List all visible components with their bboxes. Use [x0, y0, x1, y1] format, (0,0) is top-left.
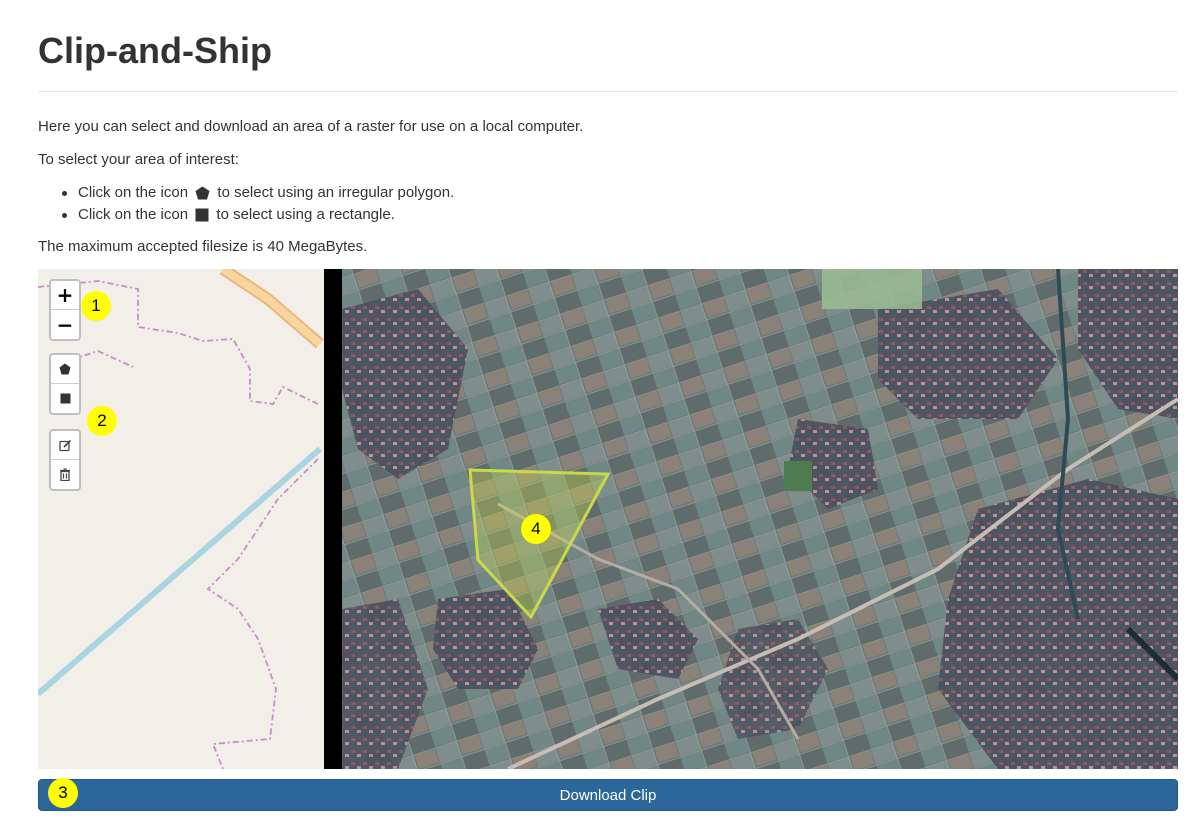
zoom-control: + − — [49, 279, 81, 341]
edit-toolbar — [49, 429, 81, 491]
select-heading: To select your area of interest: — [38, 151, 239, 168]
map-view[interactable]: + − 1 2 4 — [38, 269, 1178, 769]
delete-layers-button[interactable] — [51, 460, 79, 489]
draw-rectangle-button[interactable] — [51, 384, 79, 413]
filesize-note: The maximum accepted filesize is 40 Mega… — [38, 238, 368, 255]
page-title: Clip-and-Ship — [38, 30, 272, 71]
draw-toolbar — [49, 353, 81, 415]
green-field — [822, 269, 922, 309]
polygon-icon — [195, 186, 210, 200]
download-clip-button[interactable]: Download Clip — [38, 779, 1178, 811]
polygon-icon — [59, 363, 71, 375]
edit-icon — [58, 439, 71, 451]
annotation-marker-1: 1 — [81, 291, 111, 321]
draw-polygon-button[interactable] — [51, 355, 79, 384]
download-clip-label: Download Clip — [559, 786, 657, 804]
intro-text: Here you can select and download an area… — [38, 118, 584, 135]
annotation-marker-3: 3 — [48, 778, 78, 808]
list-item: Click on the icon to select using a rect… — [60, 205, 454, 227]
raster-border — [324, 269, 342, 769]
rectangle-icon — [195, 208, 209, 222]
map-canvas[interactable] — [38, 269, 1178, 769]
list-item: Click on the icon to select using an irr… — [60, 183, 454, 205]
annotation-marker-2: 2 — [87, 406, 117, 436]
base-map — [38, 269, 318, 769]
zoom-out-button[interactable]: − — [51, 310, 79, 339]
instruction-list: Click on the icon to select using an irr… — [60, 183, 454, 227]
rectangle-icon — [60, 393, 70, 404]
title-divider — [38, 91, 1178, 92]
edit-layers-button[interactable] — [51, 431, 79, 460]
annotation-marker-4: 4 — [521, 514, 551, 544]
zoom-in-button[interactable]: + — [51, 281, 79, 310]
green-field — [784, 461, 812, 491]
trash-icon — [60, 468, 70, 481]
